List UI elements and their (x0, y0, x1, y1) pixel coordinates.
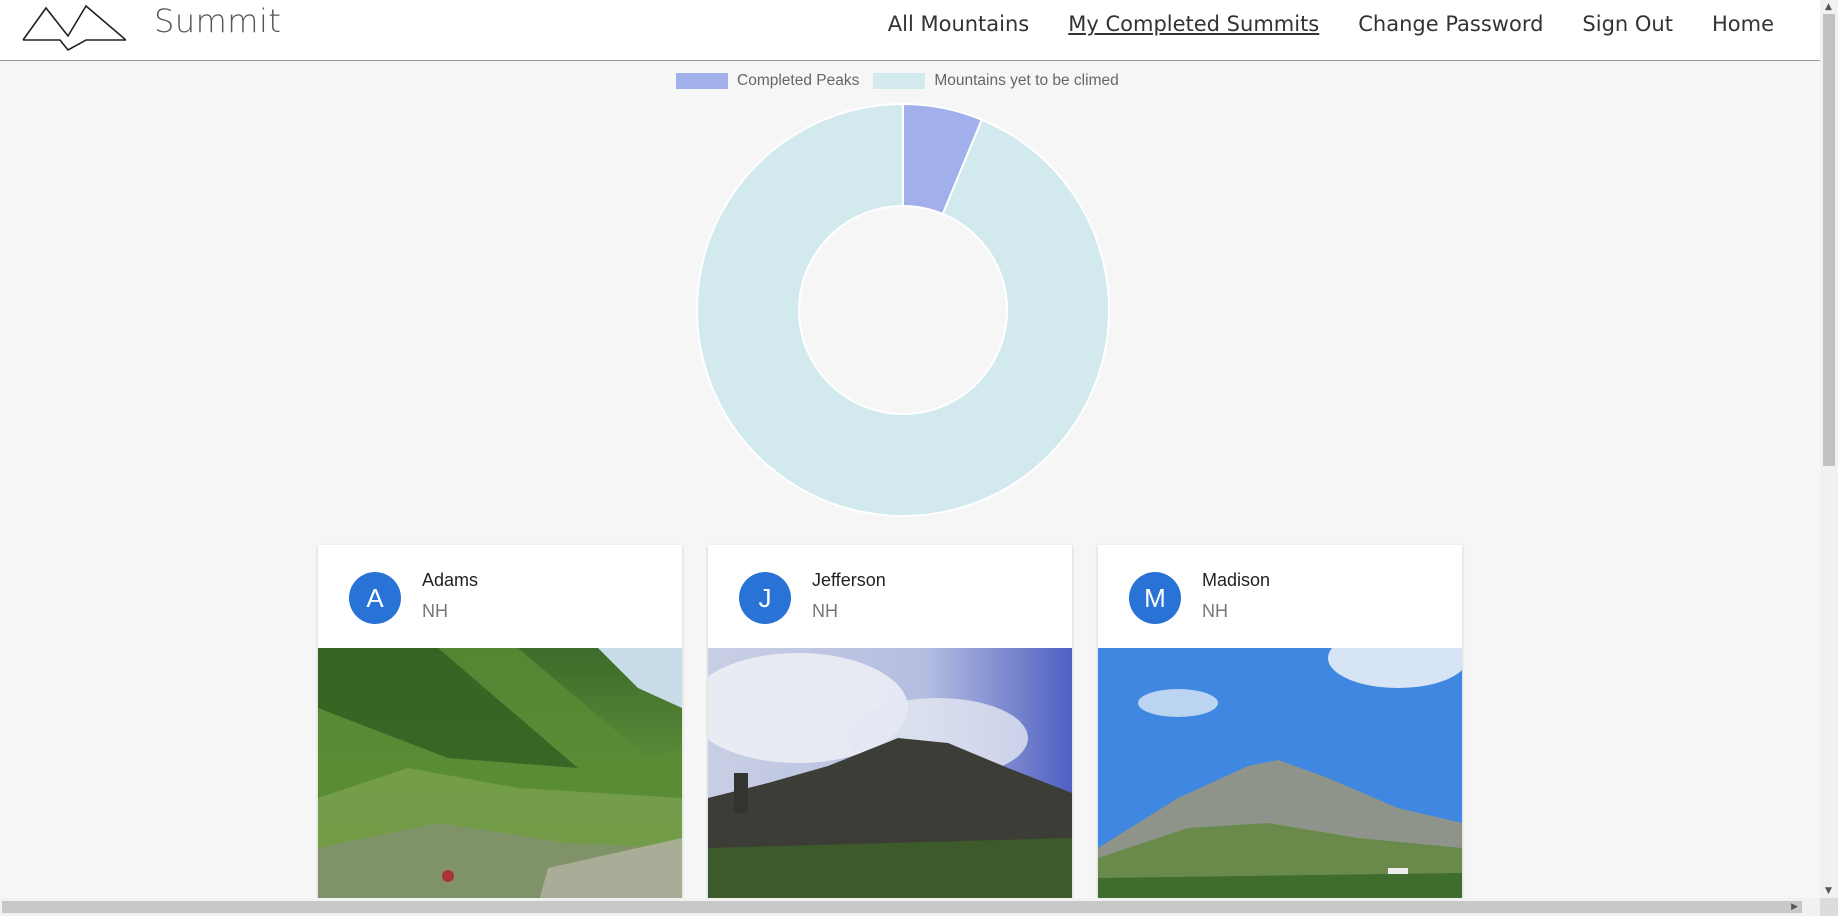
vertical-scrollbar-thumb[interactable] (1823, 14, 1835, 466)
nav-home[interactable]: Home (1712, 12, 1774, 36)
mountain-photo-madison (1098, 648, 1462, 905)
mountain-card-adams[interactable]: A Adams NH (318, 545, 682, 905)
avatar: M (1129, 572, 1181, 624)
nav-links: All Mountains My Completed Summits Chang… (849, 12, 1774, 36)
nav-change-password[interactable]: Change Password (1358, 12, 1543, 36)
card-header: M Madison NH (1098, 545, 1462, 648)
mountain-card-jefferson[interactable]: J Jefferson NH (708, 545, 1072, 905)
card-title: Adams (422, 570, 479, 590)
scroll-right-icon[interactable]: ▶ (1791, 902, 1798, 912)
doughnut-slice-remaining[interactable] (696, 102, 1110, 517)
brand-name[interactable]: Summit (154, 2, 281, 40)
card-subtitle: NH (812, 601, 838, 621)
nav-all-mountains[interactable]: All Mountains (888, 12, 1029, 36)
scroll-up-icon[interactable]: ▲ (1825, 2, 1832, 12)
avatar: J (739, 572, 791, 624)
top-navbar: Summit All Mountains My Completed Summit… (0, 0, 1820, 61)
mountain-photo-adams (318, 648, 682, 905)
horizontal-scrollbar-thumb[interactable] (2, 901, 1802, 913)
card-header: A Adams NH (318, 545, 682, 648)
card-title: Madison (1202, 570, 1271, 590)
avatar: A (349, 572, 401, 624)
mountain-card-madison[interactable]: M Madison NH (1098, 545, 1462, 905)
nav-sign-out[interactable]: Sign Out (1582, 12, 1673, 36)
mountain-logo-icon[interactable] (22, 0, 126, 52)
mountain-photo-jefferson (708, 648, 1072, 905)
horizontal-scrollbar[interactable]: ▶ (0, 898, 1820, 916)
nav-my-completed-summits[interactable]: My Completed Summits (1068, 12, 1319, 36)
card-subtitle: NH (422, 601, 448, 621)
vertical-scrollbar[interactable]: ▲ ▼ (1820, 0, 1838, 898)
card-title: Jefferson (812, 570, 886, 590)
card-subtitle: NH (1202, 601, 1228, 621)
card-header: J Jefferson NH (708, 545, 1072, 648)
scroll-down-icon[interactable]: ▼ (1825, 886, 1832, 896)
scrollbar-corner (1820, 898, 1838, 916)
completion-doughnut-chart (696, 102, 1110, 517)
